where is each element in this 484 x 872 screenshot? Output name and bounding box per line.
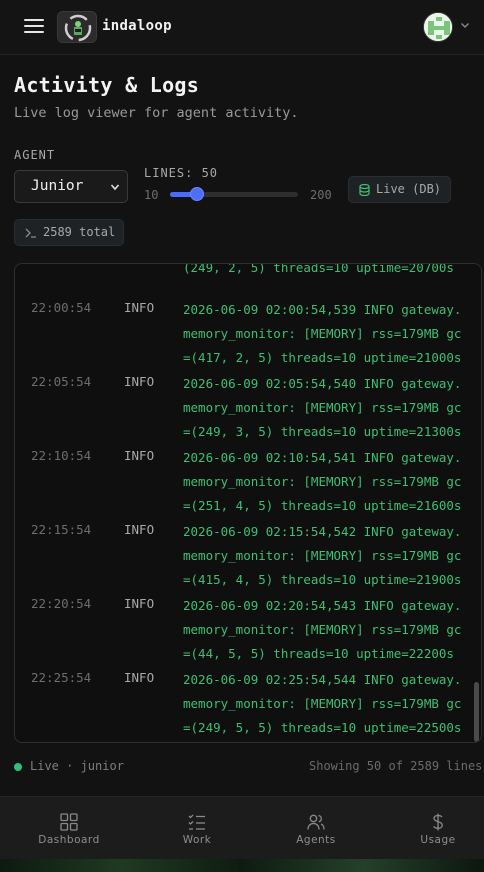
agent-select[interactable]: Junior [14, 170, 128, 203]
total-count-label: 2589 total [43, 225, 116, 239]
nav-label: Agents [296, 834, 336, 846]
log-message: 2026-06-09 02:15:54,542 INFO gateway.mem… [183, 524, 462, 587]
live-status-text: Live · junior [30, 759, 124, 773]
log-time: 22:25:54 [31, 670, 92, 685]
chevron-down-icon [110, 184, 120, 191]
bottom-nav: Dashboard Work Agents Usage [0, 796, 484, 859]
log-list: (249, 2, 5) threads=10 uptime=20700s 22:… [15, 263, 481, 735]
page-title: Activity & Logs [14, 73, 200, 97]
log-level: INFO [124, 448, 155, 463]
log-level: INFO [124, 522, 155, 537]
app-header: indaloop [0, 0, 484, 55]
log-message: 2026-06-09 02:25:54,544 INFO gateway.mem… [183, 672, 462, 735]
nav-label: Usage [420, 834, 456, 846]
log-message: (249, 2, 5) threads=10 uptime=20700s [183, 263, 454, 275]
brand-name[interactable]: indaloop [102, 18, 172, 34]
log-time: 22:05:54 [31, 374, 92, 389]
log-row: 22:25:54 INFO 2026-06-09 02:25:54,544 INFO… [15, 660, 481, 735]
logo-icon[interactable] [57, 11, 97, 43]
database-icon [359, 184, 370, 196]
log-level: INFO [124, 300, 155, 315]
live-db-button[interactable]: Live (DB) [348, 176, 451, 203]
log-level: INFO [124, 670, 155, 685]
checklist-icon [188, 814, 205, 830]
avatar-badge-icon[interactable] [423, 12, 453, 42]
log-row: 22:15:54 INFO 2026-06-09 02:15:54,542 INFO… [15, 512, 481, 587]
log-message: 2026-06-09 02:20:54,543 INFO gateway.mem… [183, 598, 462, 661]
log-row: 22:20:54 INFO 2026-06-09 02:20:54,543 INFO… [15, 586, 481, 661]
log-row: 22:05:54 INFO 2026-06-09 02:05:54,540 INFO… [15, 364, 481, 439]
log-scrollbar[interactable] [474, 682, 479, 742]
lines-min: 10 [144, 188, 159, 202]
log-row: 22:00:54 INFO 2026-06-09 02:00:54,539 INFO… [15, 290, 481, 365]
grid-icon [60, 813, 78, 831]
nav-label: Work [182, 834, 212, 846]
log-level: INFO [124, 596, 155, 611]
agent-label: AGENT [14, 148, 56, 162]
total-count-badge: 2589 total [14, 219, 124, 246]
nav-agents[interactable]: Agents [271, 797, 361, 860]
log-time: 22:10:54 [31, 448, 92, 463]
showing-count-text: Showing 50 of 2589 lines [309, 759, 483, 773]
chevron-down-icon[interactable] [460, 20, 470, 30]
lines-slider[interactable] [170, 187, 298, 201]
page-subtitle: Live log viewer for agent activity. [14, 105, 299, 121]
nav-label: Dashboard [38, 834, 100, 846]
log-row: 22:10:54 INFO 2026-06-09 02:10:54,541 INFO… [15, 438, 481, 513]
nav-work[interactable]: Work [152, 797, 242, 860]
log-message: 2026-06-09 02:05:54,540 INFO gateway.mem… [183, 376, 462, 439]
hamburger-icon[interactable] [24, 19, 44, 35]
log-time: 22:15:54 [31, 522, 92, 537]
nav-dashboard[interactable]: Dashboard [24, 797, 114, 860]
lines-max: 200 [310, 188, 332, 202]
lines-slider-thumb[interactable] [189, 187, 204, 201]
dollar-icon [433, 813, 443, 831]
terminal-icon [25, 228, 36, 238]
live-status-dot [14, 763, 22, 771]
log-time: 22:20:54 [31, 596, 92, 611]
users-icon [307, 814, 325, 830]
nav-usage[interactable]: Usage [393, 797, 483, 860]
log-time: 22:00:54 [31, 300, 92, 315]
log-viewer[interactable]: (249, 2, 5) threads=10 uptime=20700s 22:… [14, 263, 482, 743]
log-message: 2026-06-09 02:10:54,541 INFO gateway.mem… [183, 450, 462, 513]
log-message: 2026-06-09 02:00:54,539 INFO gateway.mem… [183, 302, 462, 365]
log-row-partial: (249, 2, 5) threads=10 uptime=20700s [15, 263, 481, 290]
lines-label: LINES: 50 [144, 166, 219, 180]
live-db-label: Live (DB) [376, 182, 442, 196]
log-level: INFO [124, 374, 155, 389]
background-strip [0, 859, 484, 872]
agent-select-value: Junior [31, 178, 84, 194]
